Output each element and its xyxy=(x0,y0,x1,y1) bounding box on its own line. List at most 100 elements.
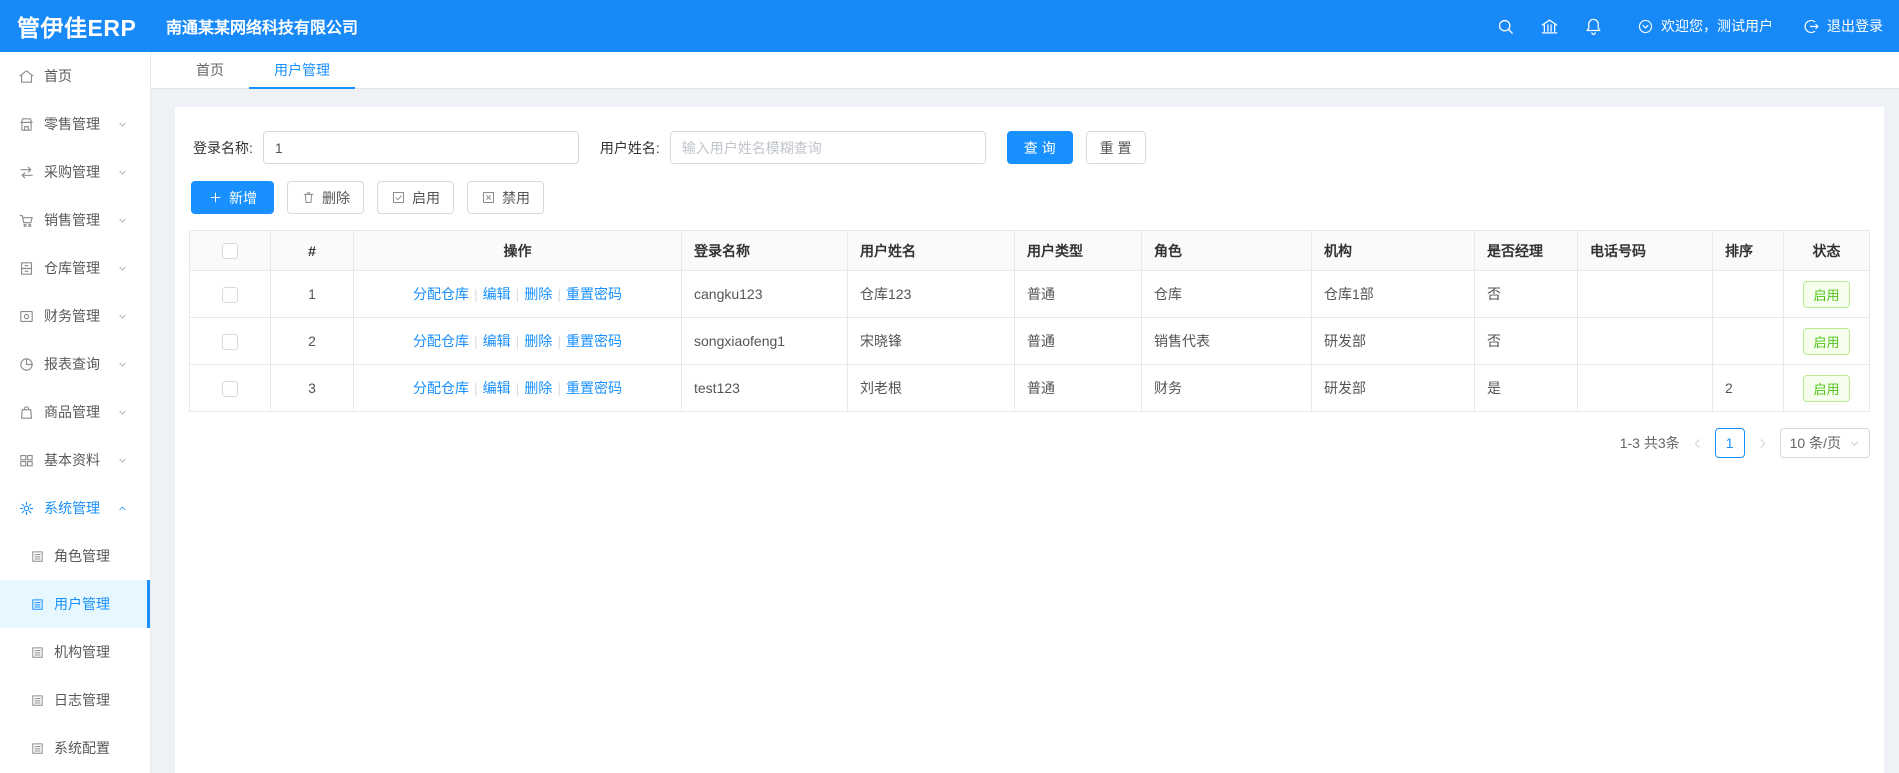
enable-button[interactable]: 启用 xyxy=(377,181,454,214)
sidebar-item-finance[interactable]: 财务管理 xyxy=(0,292,150,340)
cell-actions: 分配仓库 | 编辑 | 删除 | 重置密码 xyxy=(353,270,682,318)
sidebar-item-label: 角色管理 xyxy=(54,548,110,564)
finance-icon xyxy=(20,310,33,322)
page-number[interactable]: 1 xyxy=(1714,428,1745,458)
query-button[interactable]: 查 询 xyxy=(1006,131,1073,164)
cell-phone xyxy=(1577,270,1713,318)
next-page-button[interactable] xyxy=(1756,437,1769,450)
sidebar-item-label: 机构管理 xyxy=(54,644,110,660)
cell-org: 研发部 xyxy=(1311,317,1475,365)
sidebar-item-log-management[interactable]: 日志管理 xyxy=(0,676,150,724)
edit-link[interactable]: 编辑 xyxy=(483,286,511,302)
bell-icon[interactable] xyxy=(1571,17,1615,36)
x-square-icon xyxy=(483,192,494,203)
sidebar-item-label: 系统管理 xyxy=(44,500,100,516)
sidebar-item-reports[interactable]: 报表查询 xyxy=(0,340,150,388)
edit-link[interactable]: 编辑 xyxy=(483,380,511,396)
row-checkbox[interactable] xyxy=(222,333,238,350)
delete-link[interactable]: 删除 xyxy=(524,333,552,349)
col-status: 状态 xyxy=(1783,230,1870,271)
login-name-input[interactable] xyxy=(262,131,579,164)
home-icon xyxy=(19,69,34,83)
sidebar-item-system[interactable]: 系统管理 xyxy=(0,484,150,532)
trash-icon xyxy=(303,192,314,203)
assign-warehouse-link[interactable]: 分配仓库 xyxy=(413,286,469,302)
sidebar-item-label: 零售管理 xyxy=(44,116,100,132)
logout-button[interactable]: 退出登录 xyxy=(1803,16,1883,36)
top-bar: 管伊佳ERP 南通某某网络科技有限公司 欢迎您，测试用户 退出登录 xyxy=(0,0,1899,52)
tab-user-management[interactable]: 用户管理 xyxy=(249,52,355,89)
assign-warehouse-link[interactable]: 分配仓库 xyxy=(413,333,469,349)
document-icon xyxy=(32,646,43,658)
document-icon xyxy=(32,742,43,754)
app-logo: 管伊佳ERP xyxy=(17,15,137,41)
sidebar-item-user-management[interactable]: 用户管理 xyxy=(0,580,150,628)
sidebar-item-purchase[interactable]: 采购管理 xyxy=(0,148,150,196)
assign-warehouse-link[interactable]: 分配仓库 xyxy=(413,380,469,396)
delete-button[interactable]: 删除 xyxy=(287,181,364,214)
cell-sort xyxy=(1712,317,1784,365)
sidebar-item-basic-data[interactable]: 基本资料 xyxy=(0,436,150,484)
link-separator: | xyxy=(515,286,520,302)
col-manager: 是否经理 xyxy=(1474,230,1578,271)
row-checkbox[interactable] xyxy=(222,380,238,397)
disable-button[interactable]: 禁用 xyxy=(467,181,544,214)
chevron-down-icon xyxy=(119,410,126,414)
logout-label: 退出登录 xyxy=(1827,18,1883,34)
chevron-down-icon xyxy=(119,218,126,222)
status-badge[interactable]: 启用 xyxy=(1803,374,1850,402)
login-name-label: 登录名称: xyxy=(193,139,253,156)
select-all-checkbox[interactable] xyxy=(222,243,238,260)
col-sort: 排序 xyxy=(1712,230,1784,271)
shop-icon xyxy=(20,117,33,131)
delete-link[interactable]: 删除 xyxy=(524,286,552,302)
document-icon xyxy=(32,694,43,706)
user-name-label: 用户姓名: xyxy=(599,139,660,156)
page-size-select[interactable]: 10 条/页 xyxy=(1779,428,1870,458)
sidebar-item-home[interactable]: 首页 xyxy=(0,52,150,100)
sidebar-item-retail[interactable]: 零售管理 xyxy=(0,100,150,148)
cell-index: 1 xyxy=(270,270,354,318)
cell-name: 宋晓锋 xyxy=(847,317,1015,365)
user-name-input[interactable] xyxy=(669,131,986,164)
user-management-panel: 登录名称: 用户姓名: 查 询 重 置 新增 删除 xyxy=(175,107,1884,773)
row-checkbox[interactable] xyxy=(222,286,238,303)
sidebar-item-system-config[interactable]: 系统配置 xyxy=(0,724,150,772)
link-separator: | xyxy=(515,333,520,349)
tab-home[interactable]: 首页 xyxy=(171,52,249,88)
sidebar: 首页 零售管理 采购管理 销售管理 仓库管理 财务管理 报表查询 商品管理 基本… xyxy=(0,52,151,773)
link-separator: | xyxy=(474,380,478,396)
status-badge[interactable]: 启用 xyxy=(1803,327,1850,355)
sidebar-item-org-management[interactable]: 机构管理 xyxy=(0,628,150,676)
chevron-up-icon xyxy=(119,506,126,510)
reset-password-link[interactable]: 重置密码 xyxy=(566,333,622,349)
gear-icon xyxy=(19,501,34,515)
cell-org: 研发部 xyxy=(1311,364,1475,412)
enable-label: 启用 xyxy=(412,189,440,206)
user-table: # 操作 登录名称 用户姓名 用户类型 角色 机构 是否经理 电话号码 排序 状… xyxy=(189,230,1870,412)
reset-button[interactable]: 重 置 xyxy=(1085,131,1146,164)
pie-chart-icon xyxy=(20,357,33,371)
bank-icon[interactable] xyxy=(1527,17,1571,36)
reset-password-link[interactable]: 重置密码 xyxy=(566,380,622,396)
sidebar-item-label: 系统配置 xyxy=(54,740,110,756)
cell-manager: 否 xyxy=(1474,270,1578,318)
prev-page-button[interactable] xyxy=(1691,437,1704,450)
check-square-icon xyxy=(393,192,404,203)
user-menu[interactable]: 欢迎您，测试用户 xyxy=(1637,16,1773,36)
col-type: 用户类型 xyxy=(1014,230,1142,271)
cell-phone xyxy=(1577,364,1713,412)
sidebar-item-goods[interactable]: 商品管理 xyxy=(0,388,150,436)
edit-link[interactable]: 编辑 xyxy=(483,333,511,349)
add-button[interactable]: 新增 xyxy=(191,181,274,214)
sidebar-item-sales[interactable]: 销售管理 xyxy=(0,196,150,244)
sidebar-item-label: 用户管理 xyxy=(54,596,110,612)
sidebar-item-warehouse[interactable]: 仓库管理 xyxy=(0,244,150,292)
sidebar-item-role-management[interactable]: 角色管理 xyxy=(0,532,150,580)
cell-name: 仓库123 xyxy=(847,270,1015,318)
reset-password-link[interactable]: 重置密码 xyxy=(566,286,622,302)
status-badge[interactable]: 启用 xyxy=(1803,280,1850,308)
delete-link[interactable]: 删除 xyxy=(524,380,552,396)
search-icon[interactable] xyxy=(1483,17,1527,36)
company-name: 南通某某网络科技有限公司 xyxy=(166,20,359,37)
